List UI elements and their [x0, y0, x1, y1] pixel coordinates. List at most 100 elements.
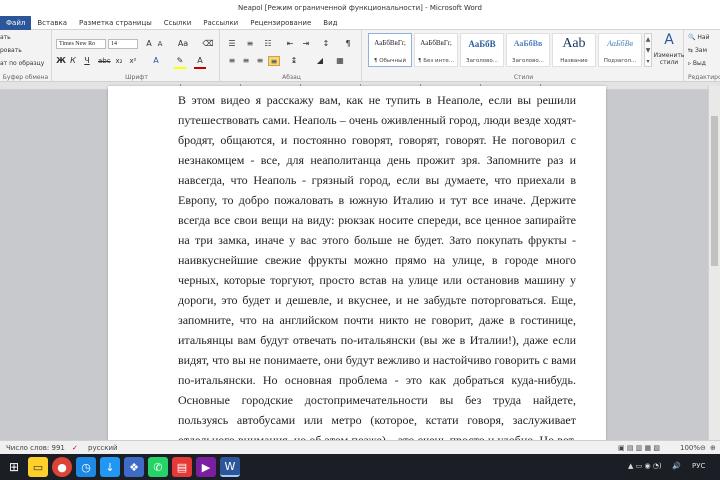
style-title[interactable]: Ааb Название	[552, 33, 596, 67]
tray-icons[interactable]: ▲ ▭ ◉ ◔)	[628, 462, 662, 470]
highlight-icon[interactable]: ✎	[174, 56, 186, 66]
paragraph-group-label: Абзац	[282, 74, 301, 81]
decrease-indent-icon[interactable]: ⇤	[284, 39, 296, 49]
bold-icon[interactable]: Ж	[56, 56, 66, 66]
format-painter-button[interactable]: ат по образцу	[0, 60, 44, 67]
change-case-icon[interactable]: Aa	[176, 39, 190, 49]
styles-group-label: Стили	[513, 74, 534, 81]
zoom-level[interactable]: 100%	[680, 444, 700, 452]
style-no-spacing[interactable]: АаБбВвГг, ¶ Без инте...	[414, 33, 458, 67]
style-subtitle[interactable]: АаБбВв Подзагол...	[598, 33, 642, 67]
multilevel-list-icon[interactable]: ☷	[262, 39, 274, 49]
text-effects-icon[interactable]: A	[150, 56, 162, 66]
subscript-icon[interactable]: x₂	[114, 56, 124, 66]
line-spacing-icon[interactable]: ↨	[288, 56, 300, 66]
numbering-icon[interactable]: ≡	[244, 39, 256, 49]
window-title-bar: Neapol [Режим ограниченной функционально…	[0, 0, 720, 16]
style-name: Название	[560, 58, 588, 64]
font-group-label: Шрифт	[125, 74, 148, 81]
align-left-icon[interactable]: ≡	[226, 56, 238, 66]
document-body-text[interactable]: В этом видео я расскажу вам, как не тупи…	[178, 90, 576, 440]
replace-label: Зам	[694, 47, 707, 54]
network-app-icon[interactable]: ❖	[124, 457, 144, 477]
document-page[interactable]: В этом видео я расскажу вам, как не тупи…	[108, 86, 606, 440]
increase-indent-icon[interactable]: ⇥	[300, 39, 312, 49]
media-app-icon[interactable]: ▶	[196, 457, 216, 477]
chrome-icon[interactable]: ●	[52, 457, 72, 477]
grow-font-icon[interactable]: A	[144, 39, 154, 49]
word-taskbar-icon[interactable]: W	[220, 457, 240, 477]
change-styles-label[interactable]: Изменить стили	[653, 52, 685, 66]
view-buttons[interactable]: ▣ ▤ ▥ ▦ ▧	[618, 444, 660, 452]
word-count[interactable]: Число слов: 991	[6, 444, 65, 452]
bullets-icon[interactable]: ☰	[226, 39, 238, 49]
pdf-reader-icon[interactable]: ▤	[172, 457, 192, 477]
proofing-icon[interactable]: ✓	[72, 444, 78, 452]
tab-file[interactable]: Файл	[0, 15, 32, 30]
windows-taskbar: ⊞ ▭ ● ◷ ↓ ❖ ✆ ▤ ▶ W ▲ ▭ ◉ ◔) 🔊 РУС	[0, 454, 720, 480]
zoom-out-icon[interactable]: ⊖	[700, 444, 706, 452]
clipboard-group-label: Буфер обмена	[2, 74, 49, 81]
tray-speaker-icon[interactable]: 🔊	[672, 462, 681, 470]
strikethrough-icon[interactable]: abc	[98, 56, 111, 66]
style-heading-2[interactable]: АаБбВв Заголово...	[506, 33, 550, 67]
tray-language[interactable]: РУС	[692, 462, 705, 470]
cut-button[interactable]: ать	[0, 34, 11, 41]
file-explorer-icon[interactable]: ▭	[28, 457, 48, 477]
ribbon: ать ровать ат по образцу Буфер обмена Ti…	[0, 30, 720, 82]
style-name: Подзагол...	[603, 58, 637, 64]
copy-button[interactable]: ровать	[0, 47, 22, 54]
pilcrow-icon[interactable]: ¶	[342, 39, 354, 49]
underline-icon[interactable]: Ч	[82, 56, 92, 66]
style-name: ¶ Обычный	[373, 58, 407, 64]
font-size-combo[interactable]: 14	[108, 39, 138, 49]
change-styles-icon[interactable]: A	[656, 32, 682, 48]
window-title: Neapol [Режим ограниченной функционально…	[238, 4, 482, 12]
start-icon[interactable]: ⊞	[4, 457, 24, 477]
align-right-icon[interactable]: ≡	[254, 56, 266, 66]
superscript-icon[interactable]: x²	[128, 56, 138, 66]
shrink-font-icon[interactable]: A	[155, 39, 165, 49]
sort-icon[interactable]: ↕	[320, 39, 332, 49]
justify-icon[interactable]: ≡	[268, 56, 280, 66]
tab-page-layout[interactable]: Разметка страницы	[73, 16, 158, 30]
replace-button[interactable]: ⇆ Зам	[688, 47, 707, 54]
tab-mailings[interactable]: Рассылки	[197, 16, 244, 30]
style-normal[interactable]: АаБбВвГг, ¶ Обычный	[368, 33, 412, 67]
font-group: Times New Ro 14 A A Aa ⌫ Ж К Ч abc x₂ x²…	[54, 30, 220, 82]
editing-group: 🔍 Най ⇆ Зам ▹ Выд Редактирован	[686, 30, 720, 82]
style-sample: АаБбВв	[513, 39, 543, 48]
font-color-swatch	[194, 67, 206, 69]
highlight-color-swatch	[174, 67, 186, 69]
tab-insert[interactable]: Вставка	[31, 16, 73, 30]
find-button[interactable]: 🔍 Най	[688, 34, 709, 41]
style-sample: АаБбВ	[468, 39, 496, 49]
vertical-scrollbar[interactable]	[708, 86, 720, 440]
clipboard-group: ать ровать ат по образцу Буфер обмена	[0, 30, 52, 82]
downloads-icon[interactable]: ↓	[100, 457, 120, 477]
zoom-in-icon[interactable]: ⊕	[710, 444, 716, 452]
style-heading-1[interactable]: АаБбВ Заголово...	[460, 33, 504, 67]
editing-group-label: Редактирован	[688, 74, 720, 81]
whatsapp-icon[interactable]: ✆	[148, 457, 168, 477]
align-center-icon[interactable]: ≡	[240, 56, 252, 66]
shading-icon[interactable]: ◢	[314, 56, 326, 66]
find-label: Най	[697, 34, 710, 41]
language-indicator[interactable]: русский	[88, 444, 118, 452]
tab-review[interactable]: Рецензирование	[244, 16, 317, 30]
clock-app-icon[interactable]: ◷	[76, 457, 96, 477]
font-name-combo[interactable]: Times New Ro	[56, 39, 106, 49]
styles-scroll[interactable]: ▲ ▼ ▾	[644, 33, 652, 67]
italic-icon[interactable]: К	[68, 56, 78, 66]
select-button[interactable]: ▹ Выд	[688, 60, 706, 67]
font-color-icon[interactable]: A	[194, 56, 206, 66]
style-sample: АаБбВвГг,	[374, 39, 406, 47]
tab-view[interactable]: Вид	[317, 16, 343, 30]
select-label: Выд	[692, 60, 706, 67]
clear-formatting-icon[interactable]: ⌫	[202, 39, 214, 49]
tab-references[interactable]: Ссылки	[158, 16, 198, 30]
scrollbar-thumb[interactable]	[711, 116, 718, 266]
styles-group: АаБбВвГг, ¶ Обычный АаБбВвГг, ¶ Без инте…	[364, 30, 684, 82]
borders-icon[interactable]: ▦	[334, 56, 346, 66]
paragraph-group: ☰ ≡ ☷ ⇤ ⇥ ↕ ¶ ≡ ≡ ≡ ≡ ↨ ◢ ▦ Абзац	[222, 30, 362, 82]
